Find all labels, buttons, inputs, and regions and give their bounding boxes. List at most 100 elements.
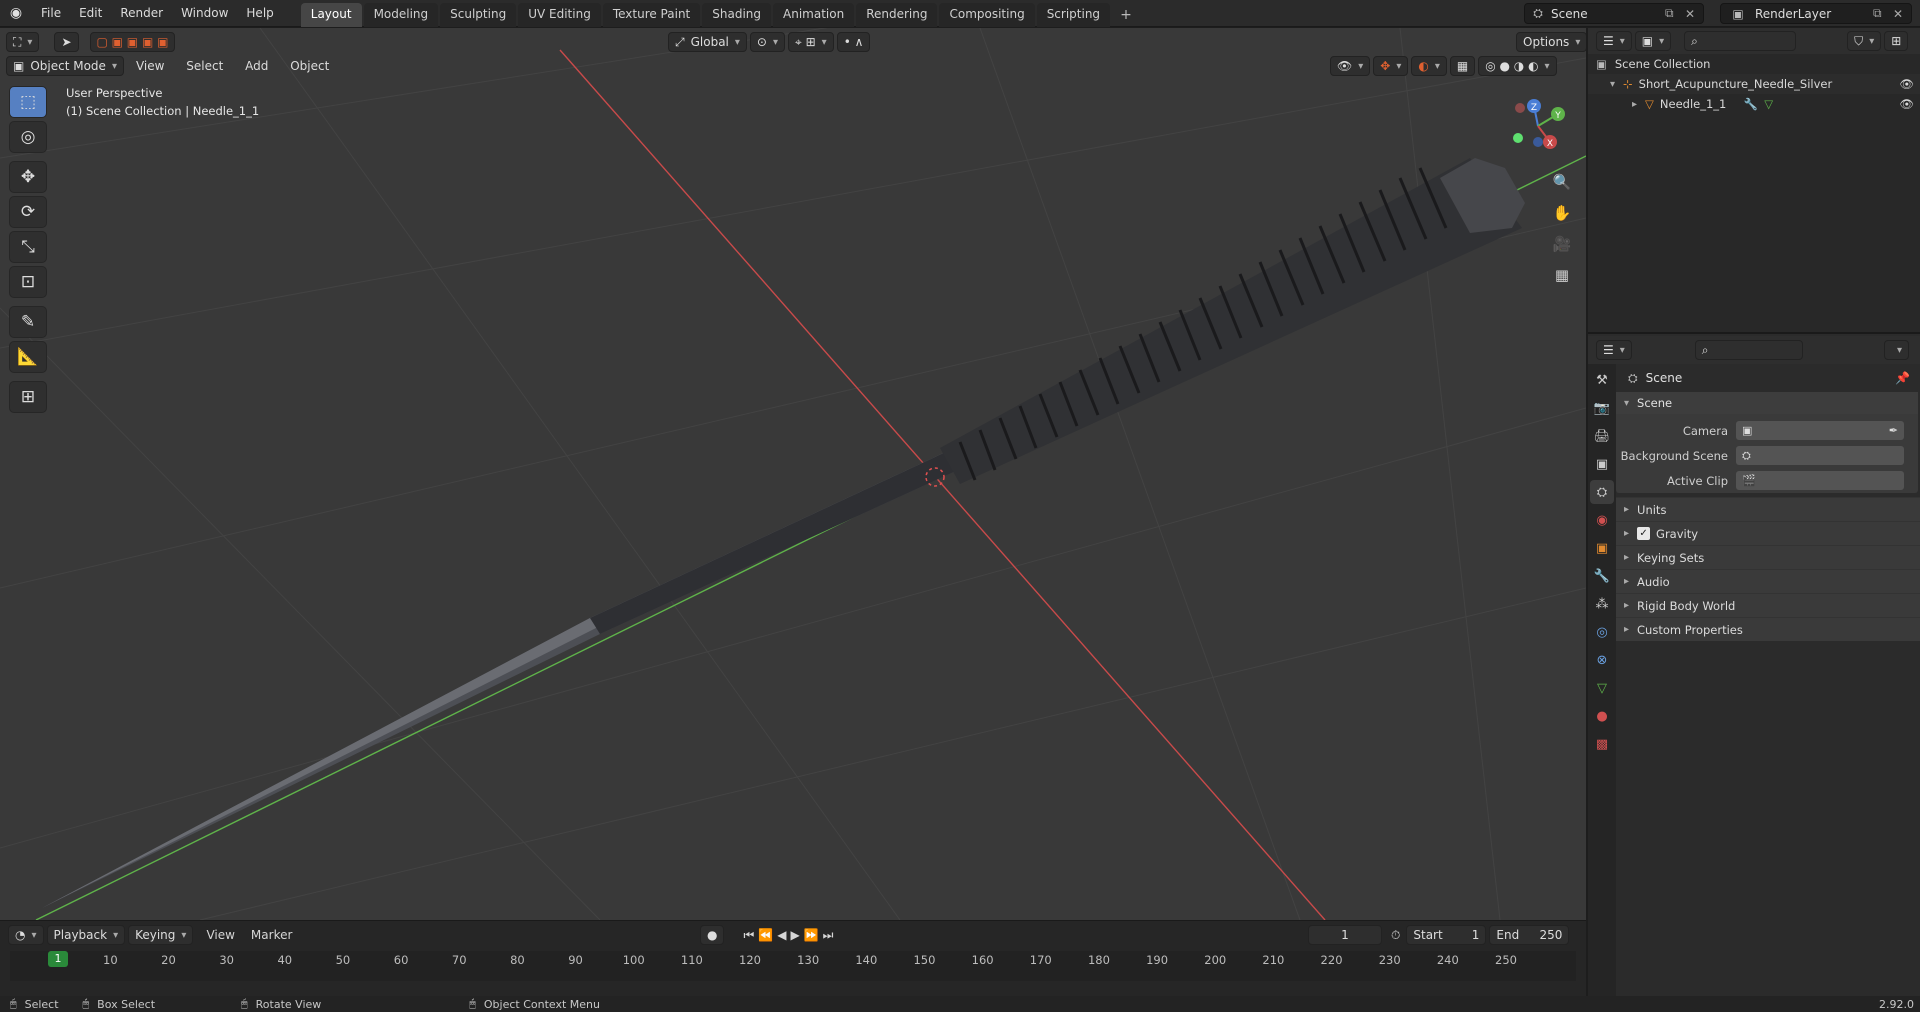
tab-animation[interactable]: Animation (773, 2, 855, 27)
gizmo-neg-x-icon[interactable] (1515, 103, 1525, 113)
properties-options-icon[interactable] (1883, 340, 1909, 360)
display-mode-icon[interactable]: ▣ (1634, 31, 1672, 51)
gizmo-neg-y-icon[interactable] (1513, 133, 1523, 143)
audio-panel[interactable]: Audio (1616, 569, 1920, 593)
needle-model[interactable] (42, 158, 1525, 908)
select-tool-icon[interactable]: ➤ (54, 32, 79, 52)
filter-icon[interactable]: ⛉ (1847, 31, 1882, 51)
view-layer-icon[interactable]: ▣ (1590, 452, 1614, 476)
blender-logo-icon[interactable]: ◉ (0, 0, 32, 27)
units-panel[interactable]: Units (1616, 497, 1920, 521)
tab-layout[interactable]: Layout (300, 2, 362, 27)
orientation-dropdown[interactable]: ⤢ Global (668, 32, 747, 52)
new-scene-icon[interactable]: ⧉ (1665, 6, 1685, 21)
world-props-icon[interactable]: ◉ (1590, 508, 1614, 532)
scene-props-icon[interactable]: ⛭ (1590, 480, 1614, 504)
add-cube-tool-icon[interactable]: ⊞ (9, 381, 47, 413)
gravity-checkbox[interactable]: ✓ (1637, 527, 1651, 540)
tab-scripting[interactable]: Scripting (1036, 2, 1111, 27)
options-dropdown[interactable]: Options (1516, 32, 1586, 52)
gravity-panel[interactable]: ✓Gravity (1616, 521, 1920, 545)
render-layer-selector[interactable]: ▣ RenderLayer ⧉ ✕ (1720, 3, 1912, 24)
play-reverse-icon[interactable]: ◀ (777, 928, 786, 942)
background-scene-field[interactable]: ⛭ (1736, 446, 1904, 465)
delete-scene-icon[interactable]: ✕ (1685, 7, 1703, 21)
modifier-props-icon[interactable]: 🔧 (1590, 564, 1614, 588)
editor-type-icon[interactable]: ⛶ (6, 32, 40, 52)
tab-texture-paint[interactable]: Texture Paint (602, 2, 701, 27)
tab-compositing[interactable]: Compositing (939, 2, 1035, 27)
tab-rendering[interactable]: Rendering (856, 2, 938, 27)
prev-keyframe-icon[interactable]: ⏪ (758, 928, 773, 942)
play-icon[interactable]: ▶ (790, 928, 799, 942)
menu-edit[interactable]: Edit (70, 6, 111, 20)
tab-sculpting[interactable]: Sculpting (440, 2, 517, 27)
custom-properties-panel[interactable]: Custom Properties (1616, 617, 1920, 641)
outliner-scene-collection[interactable]: ▣ Scene Collection (1588, 54, 1920, 74)
rigid-body-world-panel[interactable]: Rigid Body World (1616, 593, 1920, 617)
menu-help[interactable]: Help (237, 6, 282, 20)
current-frame-field[interactable]: 1 (1308, 925, 1382, 945)
keying-sets-panel[interactable]: Keying Sets (1616, 545, 1920, 569)
stopwatch-icon[interactable]: ⏱ (1391, 928, 1400, 943)
visibility-eye-icon[interactable]: 👁 (1899, 97, 1914, 111)
camera-field[interactable]: ▣ ✒ (1736, 421, 1904, 440)
properties-search-icon[interactable]: ⌕ (1694, 340, 1803, 360)
next-keyframe-icon[interactable]: ⏩ (804, 928, 819, 942)
texture-props-icon[interactable]: ▩ (1590, 732, 1614, 756)
menu-file[interactable]: File (32, 6, 70, 20)
jump-end-icon[interactable]: ⏭ (823, 928, 834, 943)
navigation-gizmo[interactable]: Z Y X (1508, 96, 1568, 156)
measure-tool-icon[interactable]: 📐 (9, 341, 47, 373)
visibility-icon[interactable]: 👁 (1330, 56, 1371, 76)
snap-icon[interactable]: ⌖ ⊞ (788, 32, 834, 52)
timeline-menu-marker[interactable]: Marker (251, 928, 292, 942)
proportional-edit-icon[interactable]: • ∧ (836, 32, 871, 52)
scene-selector[interactable]: ⛭ Scene ⧉ ✕ (1524, 3, 1704, 24)
physics-props-icon[interactable]: ◎ (1590, 620, 1614, 644)
expand-arrow-icon[interactable]: ▸ (1632, 99, 1637, 110)
frame-ruler[interactable]: 1 10 20 30 40 50 60 70 80 90 100 110 120 130 140 150 16… (10, 951, 1576, 981)
object-props-icon[interactable]: ▣ (1590, 536, 1614, 560)
active-clip-field[interactable]: 🎬 (1736, 471, 1904, 490)
properties-editor-icon[interactable]: ☰ (1596, 340, 1632, 360)
camera-view-icon[interactable]: 🎥 (1548, 230, 1576, 258)
gizmo-toggle-icon[interactable]: ✥ (1373, 56, 1409, 76)
outliner-item[interactable]: ▸ ▽ Needle_1_1 🔧 ▽ 👁 (1588, 94, 1920, 114)
delete-layer-icon[interactable]: ✕ (1893, 7, 1911, 21)
outliner-editor-icon[interactable]: ☰ (1596, 31, 1632, 51)
3d-viewport[interactable]: ⛶ ➤ ▢ ▣ ▣ ▣ ▣ ⤢Global ⊙ ⌖ ⊞ • ∧ Options … (0, 28, 1586, 920)
ortho-grid-icon[interactable]: ▦ (1548, 261, 1576, 289)
transform-tool-icon[interactable]: ⊡ (9, 266, 47, 298)
pan-hand-icon[interactable]: ✋ (1548, 199, 1576, 227)
scene-panel-header[interactable]: ▾ Scene (1616, 392, 1918, 414)
mode-dropdown[interactable]: ▣ Object Mode (6, 56, 124, 76)
eyedropper-icon[interactable]: ✒ (1889, 424, 1898, 437)
keying-menu[interactable]: Keying (128, 925, 194, 945)
selection-mode-icons[interactable]: ▢ ▣ ▣ ▣ ▣ (89, 32, 176, 52)
scale-tool-icon[interactable]: ⤡ (9, 231, 47, 263)
particles-props-icon[interactable]: ⁂ (1590, 592, 1614, 616)
cursor-tool-icon[interactable]: ◎ (9, 121, 47, 153)
viewport-menu-view[interactable]: View (136, 59, 164, 73)
output-props-icon[interactable]: 🖨 (1590, 424, 1614, 448)
start-frame-field[interactable]: Start 1 (1406, 925, 1487, 945)
data-props-icon[interactable]: ▽ (1590, 676, 1614, 700)
rotate-tool-icon[interactable]: ⟳ (9, 196, 47, 228)
pivot-icon[interactable]: ⊙ (749, 32, 786, 52)
timeline-menu-view[interactable]: View (206, 928, 234, 942)
move-tool-icon[interactable]: ✥ (9, 161, 47, 193)
visibility-eye-icon[interactable]: 👁 (1899, 77, 1914, 91)
playhead[interactable]: 1 (48, 951, 68, 967)
zoom-icon[interactable]: 🔍 (1548, 168, 1576, 196)
playback-menu[interactable]: Playback (46, 925, 126, 945)
annotate-tool-icon[interactable]: ✎ (9, 306, 47, 338)
xray-toggle-icon[interactable]: ▦ (1449, 56, 1476, 76)
outliner-item[interactable]: ▾ ⊹ Short_Acupuncture_Needle_Silver 👁 (1588, 74, 1920, 94)
menu-window[interactable]: Window (172, 6, 237, 20)
pin-icon[interactable]: 📌 (1895, 371, 1910, 385)
new-collection-icon[interactable]: ⊞ (1884, 31, 1909, 51)
gizmo-neg-z-icon[interactable] (1533, 137, 1543, 147)
select-box-tool-icon[interactable]: ⬚ (9, 86, 47, 118)
end-frame-field[interactable]: End 250 (1489, 925, 1570, 945)
